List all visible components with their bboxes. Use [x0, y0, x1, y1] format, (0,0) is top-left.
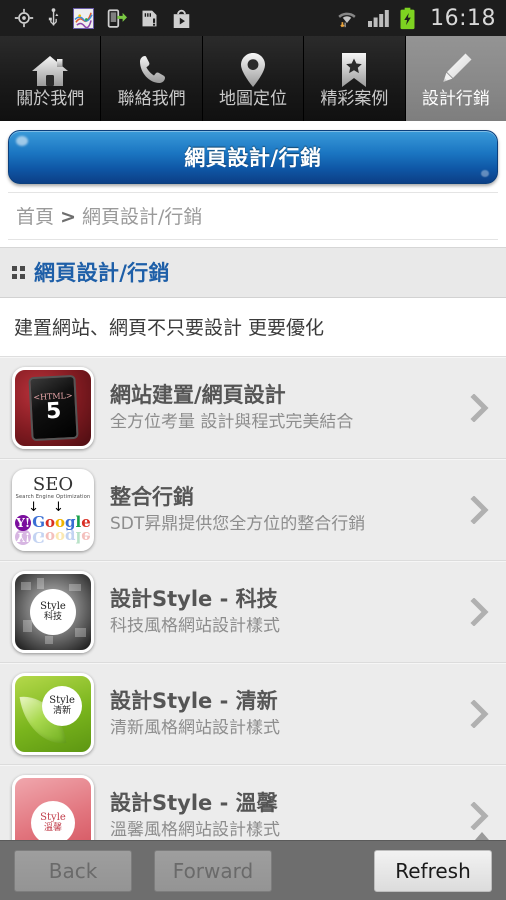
- tab-label: 聯絡我們: [117, 89, 186, 109]
- page-title: 網頁設計/行銷: [184, 146, 322, 170]
- thumb-seo-text: SEO: [32, 473, 74, 495]
- refresh-button[interactable]: Refresh: [374, 849, 492, 892]
- list-item-desc: 全方位考量 設計與程式完美結合: [110, 412, 354, 432]
- tab-label: 關於我們: [16, 89, 85, 109]
- section-header: 網頁設計/行銷: [0, 247, 506, 298]
- thumb-style-cn: 溫馨: [43, 823, 62, 834]
- breadcrumb-separator: >: [60, 206, 76, 228]
- thumb-engine-logos-reflection: Y! Google: [15, 528, 91, 546]
- grid-dots-icon: [12, 265, 25, 279]
- pencil-icon: [438, 45, 474, 89]
- tab-case-studies[interactable]: 精彩案例: [304, 36, 406, 121]
- tab-about-us[interactable]: 關於我們: [0, 36, 102, 121]
- seo-thumb: SEO Search Engine Optimization ↓↓ Y! Goo…: [12, 468, 94, 551]
- sdcard-alert-icon: [142, 10, 157, 26]
- thumb-style-cn: 清新: [53, 705, 72, 716]
- thumb-style-badge: Style 溫馨: [31, 801, 75, 846]
- breadcrumb: 首頁 > 網頁設計/行銷: [8, 192, 498, 240]
- list-item-desc: 科技風格網站設計樣式: [110, 616, 280, 636]
- page-content: 網頁設計/行銷 首頁 > 網頁設計/行銷 網頁設計/行銷 建置網站、網頁不只要設…: [0, 121, 506, 900]
- status-bar: 16:18: [0, 0, 506, 36]
- chevron-right-icon[interactable]: [462, 597, 496, 626]
- tagline: 建置網站、網頁不只要設計 更要優化: [0, 298, 506, 357]
- chevron-right-icon[interactable]: [462, 699, 496, 728]
- phone-transfer-icon: [107, 8, 127, 28]
- thumb-style-word: Style: [40, 600, 66, 612]
- breadcrumb-home-link[interactable]: 首頁: [16, 206, 54, 228]
- list-item-title: 設計Style - 科技: [110, 586, 278, 611]
- list-item[interactable]: Style 科技 設計Style - 科技 科技風格網站設計樣式: [0, 561, 506, 663]
- tab-design-marketing[interactable]: 設計行銷: [405, 36, 506, 121]
- breadcrumb-wrap: 首頁 > 網頁設計/行銷: [0, 192, 506, 247]
- list-item-title: 設計Style - 溫馨: [110, 790, 278, 815]
- service-list: <HTML> 5 網站建置/網頁設計 全方位考量 設計與程式完美結合 SEO S…: [0, 357, 506, 867]
- list-item-text: 設計Style - 溫馨 溫馨風格網站設計樣式: [94, 791, 462, 841]
- status-bar-left-icons: [14, 7, 191, 29]
- fresh-style-thumb: Style 清新: [12, 672, 94, 755]
- status-bar-right-icons: 16:18: [335, 6, 496, 31]
- gps-icon: [14, 8, 34, 28]
- list-item-text: 網站建置/網頁設計 全方位考量 設計與程式完美結合: [94, 383, 462, 433]
- forward-button[interactable]: Forward: [154, 849, 272, 892]
- highlight-dot-bottom-right: [481, 170, 489, 177]
- list-item[interactable]: Style 清新 設計Style - 清新 清新風格網站設計樣式: [0, 663, 506, 765]
- html5-tablet-thumb: <HTML> 5: [12, 366, 94, 449]
- list-item-title: 設計Style - 清新: [110, 688, 278, 713]
- tech-style-thumb: Style 科技: [12, 570, 94, 653]
- bookmark-star-icon: [338, 45, 370, 89]
- hero-section: 網頁設計/行銷: [0, 121, 506, 192]
- thumb-style-badge: Style 清新: [42, 685, 83, 726]
- thumb-style-badge: Style 科技: [30, 588, 76, 635]
- thumb-number-text: 5: [45, 398, 63, 425]
- tab-contact-us[interactable]: 聯絡我們: [101, 36, 203, 121]
- wifi-icon: [338, 12, 356, 28]
- tab-label: 地圖定位: [219, 89, 288, 109]
- battery-charging-icon: [400, 7, 415, 29]
- page-title-button[interactable]: 網頁設計/行銷: [8, 130, 498, 184]
- section-title: 網頁設計/行銷: [34, 261, 170, 285]
- thumb-seo-sub: Search Engine Optimization: [15, 493, 91, 500]
- thumb-arrows: ↓↓: [28, 499, 78, 515]
- thumb-style-word: Style: [49, 694, 75, 706]
- breadcrumb-current: 網頁設計/行銷: [82, 206, 203, 228]
- tab-label: 精彩案例: [320, 89, 389, 109]
- map-pin-icon: [236, 45, 270, 89]
- list-item-title: 整合行銷: [110, 484, 194, 509]
- back-button[interactable]: Back: [14, 849, 132, 892]
- tab-label: 設計行銷: [421, 89, 490, 109]
- list-item-text: 設計Style - 科技 科技風格網站設計樣式: [94, 587, 462, 637]
- tab-map-location[interactable]: 地圖定位: [202, 36, 305, 121]
- usb-icon: [48, 8, 59, 26]
- signal-icon: [368, 10, 389, 27]
- phone-icon: [134, 45, 170, 89]
- tab-bar: 關於我們 聯絡我們 地圖定位 精彩案例 設計行銷: [0, 36, 506, 121]
- bottom-navigation-bar: Back Forward Refresh: [0, 840, 506, 900]
- list-item-text: 設計Style - 清新 清新風格網站設計樣式: [94, 689, 462, 739]
- status-bar-clock: 16:18: [430, 5, 496, 31]
- chevron-right-icon[interactable]: [462, 801, 496, 830]
- list-item-desc: 溫馨風格網站設計樣式: [110, 820, 280, 840]
- list-item-desc: 清新風格網站設計樣式: [110, 718, 280, 738]
- list-item[interactable]: <HTML> 5 網站建置/網頁設計 全方位考量 設計與程式完美結合: [0, 357, 506, 459]
- highlight-dot-top-left: [16, 136, 28, 146]
- app-icon: [73, 7, 94, 29]
- list-item-desc: SDT昇鼎提供您全方位的整合行銷: [110, 514, 366, 534]
- list-item-text: 整合行銷 SDT昇鼎提供您全方位的整合行銷: [94, 485, 462, 535]
- thumb-style-cn: 科技: [43, 611, 62, 622]
- chevron-right-icon[interactable]: [462, 393, 496, 422]
- home-icon: [30, 45, 70, 89]
- chevron-right-icon[interactable]: [462, 495, 496, 524]
- thumb-style-word: Style: [40, 812, 66, 824]
- play-store-icon: [173, 9, 190, 28]
- list-item[interactable]: SEO Search Engine Optimization ↓↓ Y! Goo…: [0, 459, 506, 561]
- list-item-title: 網站建置/網頁設計: [110, 382, 286, 407]
